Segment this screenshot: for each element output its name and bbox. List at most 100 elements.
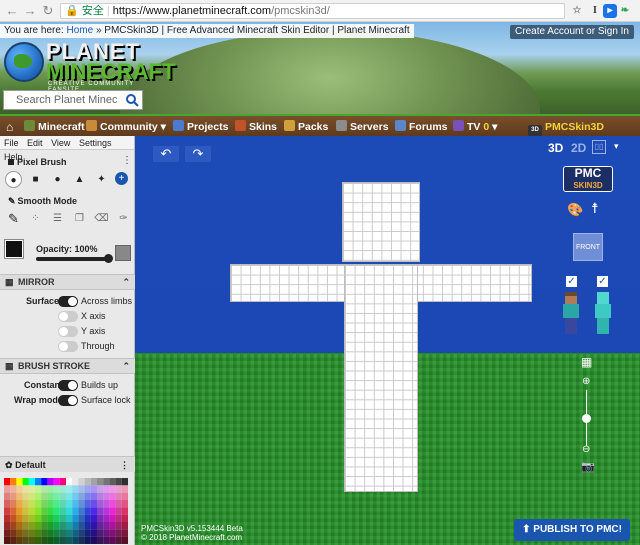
palette-swatch[interactable]: [103, 529, 110, 537]
palette-swatch[interactable]: [53, 500, 60, 508]
palette-swatch[interactable]: [59, 514, 66, 522]
bookmark-star-icon[interactable]: ☆: [570, 4, 584, 18]
palette-swatch[interactable]: [103, 478, 110, 486]
palette-swatch[interactable]: [109, 536, 116, 544]
palette-swatch[interactable]: [72, 478, 79, 486]
palette-swatch[interactable]: [90, 500, 97, 508]
palette-swatch[interactable]: [4, 522, 11, 530]
nav-minecraft[interactable]: Minecraft ▾: [24, 119, 93, 135]
palette-swatch[interactable]: [47, 507, 54, 515]
palette-swatch[interactable]: [47, 529, 54, 537]
palette-swatch[interactable]: [90, 536, 97, 544]
palette-swatch[interactable]: [41, 478, 48, 486]
palette-swatch[interactable]: [16, 522, 23, 530]
add-brush-icon[interactable]: +: [115, 172, 128, 185]
palette-swatch[interactable]: [78, 500, 85, 508]
camera-icon[interactable]: 📷: [581, 460, 595, 473]
palette-swatch[interactable]: [72, 536, 79, 544]
palette-swatch[interactable]: [121, 485, 128, 493]
palette-swatch[interactable]: [84, 500, 91, 508]
palette-swatch[interactable]: [109, 500, 116, 508]
palette-swatch[interactable]: [59, 500, 66, 508]
palette-swatch[interactable]: [28, 500, 35, 508]
palette-swatch[interactable]: [90, 522, 97, 530]
address-bar[interactable]: 🔒 安全 | https://www.planetminecraft.com/p…: [60, 3, 565, 19]
brush-triangle-icon[interactable]: ▲: [71, 171, 88, 188]
palette-swatch[interactable]: [35, 529, 42, 537]
palette-swatch[interactable]: [84, 529, 91, 537]
view-2d-button[interactable]: 2D: [571, 141, 586, 155]
palette-swatch[interactable]: [109, 492, 116, 500]
evernote-icon[interactable]: ❧: [618, 4, 632, 18]
palette-swatch[interactable]: [10, 514, 17, 522]
palette-swatch[interactable]: [66, 514, 73, 522]
palette-swatch[interactable]: [28, 485, 35, 493]
palette-swatch[interactable]: [47, 492, 54, 500]
palette-swatch[interactable]: [4, 500, 11, 508]
surface-toggle[interactable]: [58, 296, 78, 307]
color-palette[interactable]: [4, 478, 128, 544]
brush-square-icon[interactable]: ■: [27, 171, 44, 188]
view-3d-button[interactable]: 3D: [548, 141, 563, 155]
palette-swatch[interactable]: [121, 478, 128, 486]
alex-model-checkbox[interactable]: ✓: [597, 276, 608, 287]
palette-swatch[interactable]: [97, 529, 104, 537]
palette-swatch[interactable]: [78, 529, 85, 537]
brush-circle-icon[interactable]: ●: [49, 171, 66, 188]
palette-swatch[interactable]: [10, 492, 17, 500]
pose-figure-icon[interactable]: ☨: [591, 200, 599, 217]
palette-swatch[interactable]: [66, 536, 73, 544]
palette-swatch[interactable]: [97, 507, 104, 515]
palette-swatch[interactable]: [109, 507, 116, 515]
palette-swatch[interactable]: [35, 536, 42, 544]
palette-swatch[interactable]: [66, 522, 73, 530]
eraser-icon[interactable]: ⌫: [93, 210, 110, 227]
palette-swatch[interactable]: [22, 485, 29, 493]
undo-icon[interactable]: ↶: [153, 146, 179, 162]
palette-swatch[interactable]: [103, 514, 110, 522]
palette-swatch[interactable]: [115, 529, 122, 537]
extension-blue-icon[interactable]: ▸: [603, 4, 617, 18]
palette-swatch[interactable]: [10, 529, 17, 537]
palette-swatch[interactable]: [97, 485, 104, 493]
palette-swatch[interactable]: [115, 492, 122, 500]
palette-swatch[interactable]: [22, 522, 29, 530]
menu-edit[interactable]: Edit: [27, 138, 43, 148]
reload-icon[interactable]: ↻: [40, 3, 56, 19]
create-account-link[interactable]: Create Account: [515, 26, 583, 37]
palette-swatch[interactable]: [121, 536, 128, 544]
palette-swatch[interactable]: [53, 478, 60, 486]
palette-swatch[interactable]: [66, 529, 73, 537]
palette-swatch[interactable]: [72, 500, 79, 508]
palette-swatch[interactable]: [28, 514, 35, 522]
collapse-icon[interactable]: ⌃: [122, 275, 130, 289]
palette-swatch[interactable]: [115, 522, 122, 530]
palette-swatch[interactable]: [78, 492, 85, 500]
palette-swatch[interactable]: [22, 536, 29, 544]
palette-swatch[interactable]: [103, 536, 110, 544]
palette-swatch[interactable]: [121, 500, 128, 508]
palette-swatch[interactable]: [41, 522, 48, 530]
palette-swatch[interactable]: [10, 536, 17, 544]
nav-skins[interactable]: Skins: [235, 119, 277, 135]
palette-swatch[interactable]: [78, 507, 85, 515]
palette-swatch[interactable]: [16, 536, 23, 544]
palette-swatch[interactable]: [84, 507, 91, 515]
palette-swatch[interactable]: [16, 529, 23, 537]
palette-swatch[interactable]: [90, 485, 97, 493]
palette-swatch[interactable]: [47, 478, 54, 486]
palette-menu-icon[interactable]: ⋮: [120, 457, 129, 473]
palette-swatch[interactable]: [109, 485, 116, 493]
stamp-icon[interactable]: ❐: [71, 210, 88, 227]
palette-swatch[interactable]: [16, 478, 23, 486]
palette-swatch[interactable]: [53, 485, 60, 493]
palette-swatch[interactable]: [28, 522, 35, 530]
palette-swatch[interactable]: [22, 507, 29, 515]
palette-swatch[interactable]: [47, 536, 54, 544]
primary-color-swatch[interactable]: [4, 239, 24, 259]
palette-swatch[interactable]: [59, 485, 66, 493]
palette-swatch[interactable]: [115, 536, 122, 544]
palette-swatch[interactable]: [4, 529, 11, 537]
skin-body-legs[interactable]: [344, 264, 418, 492]
palette-swatch[interactable]: [121, 529, 128, 537]
